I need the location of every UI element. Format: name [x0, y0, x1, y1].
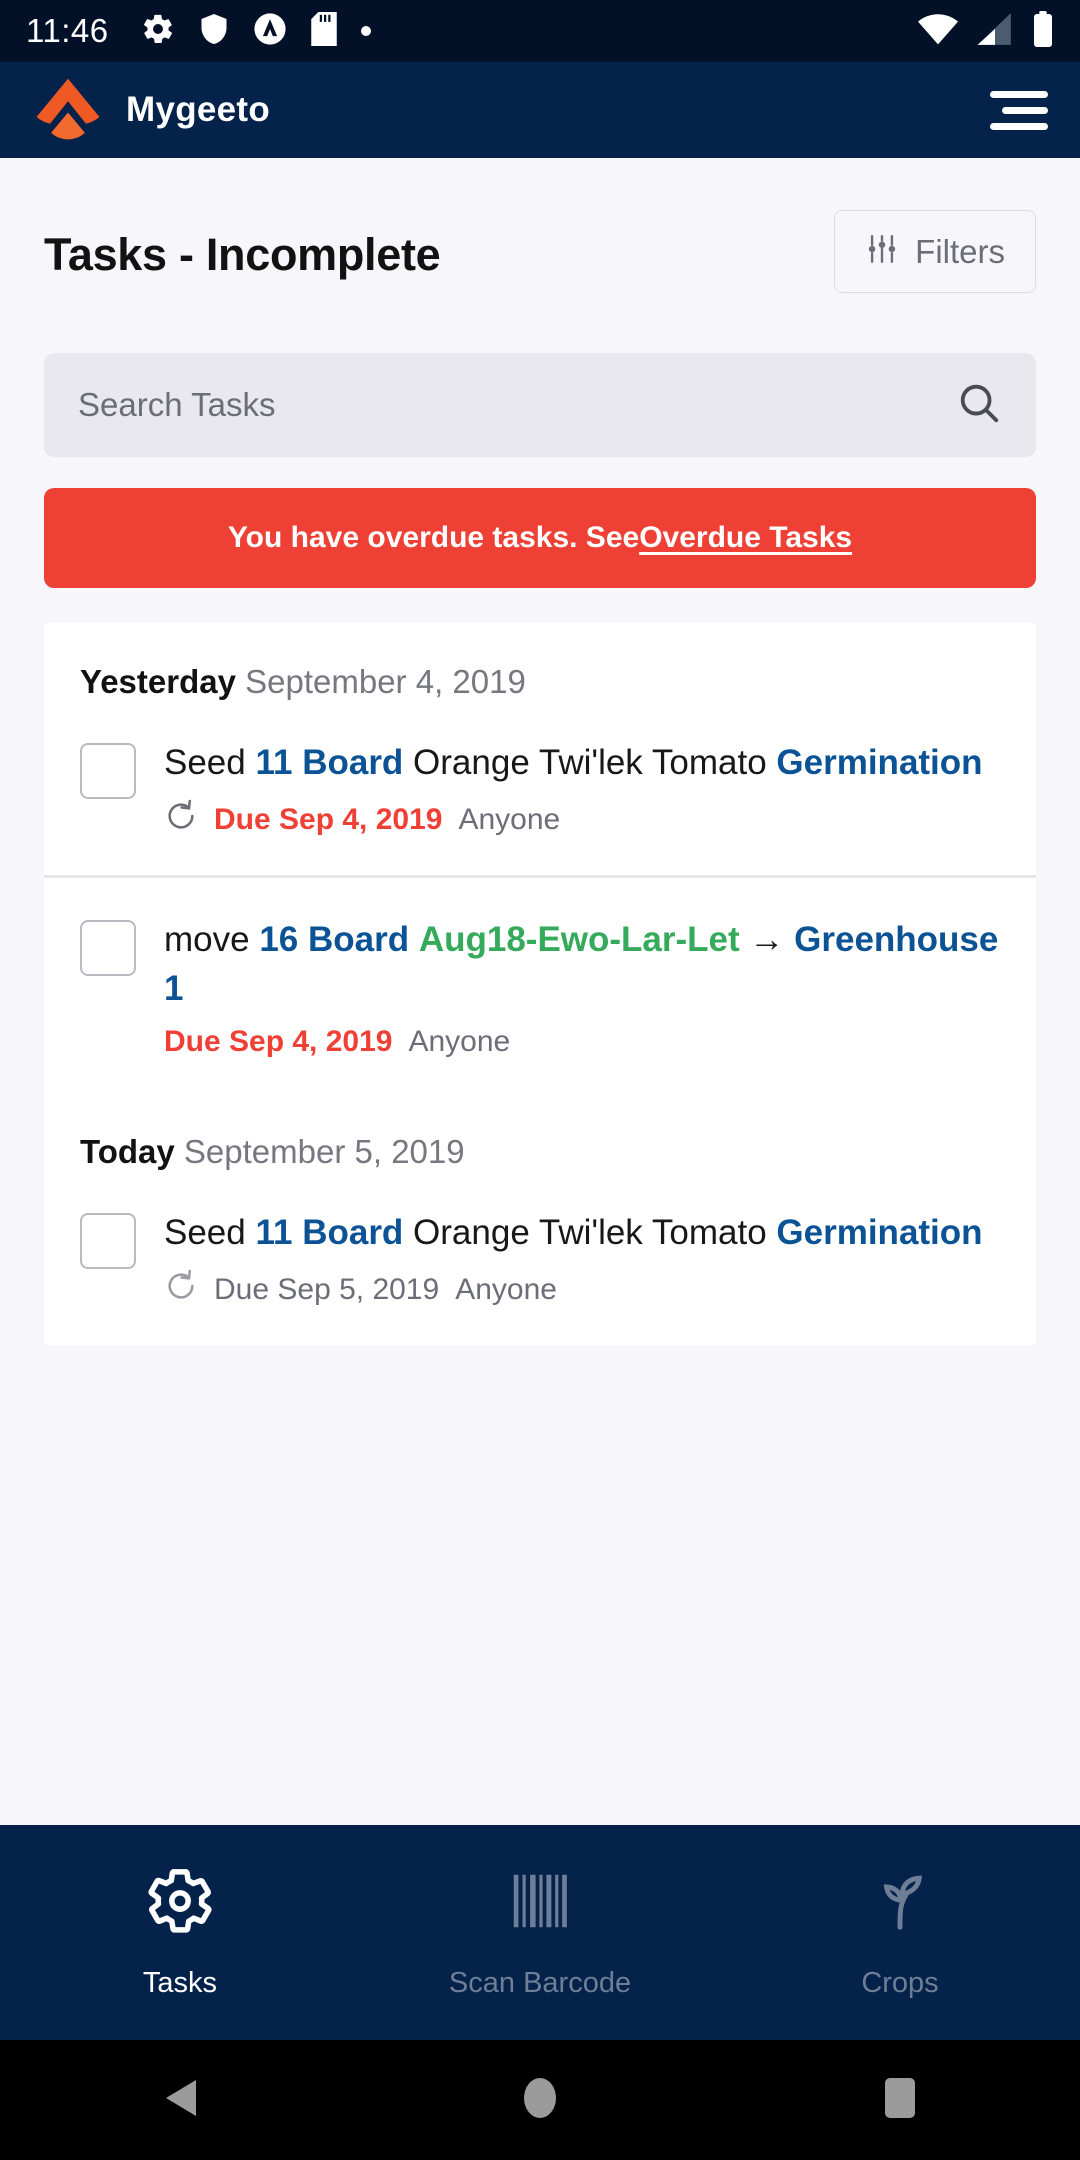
task-segment-link[interactable]: Germination: [776, 743, 982, 782]
search-placeholder: Search Tasks: [78, 386, 276, 423]
nav-item-label: Crops: [861, 1966, 939, 1999]
shield-icon: [199, 12, 229, 51]
overdue-banner-text: You have overdue tasks. See: [227, 521, 640, 554]
task-body: Seed 11 Board Orange Twi'lek Tomato Germ…: [164, 739, 1000, 841]
task-title: Seed 11 Board Orange Twi'lek Tomato Germ…: [164, 1209, 1000, 1257]
filters-button-label: Filters: [915, 232, 1005, 270]
task-segment-link[interactable]: 16 Board: [259, 920, 409, 959]
task-assignee: Anyone: [408, 1024, 511, 1058]
task-checkbox[interactable]: [80, 920, 136, 977]
task-title: move 16 Board Aug18-Ewo-Lar-Let → Greenh…: [164, 916, 1000, 1013]
task-segment-link[interactable]: 11 Board: [255, 1213, 403, 1252]
task-segment-link[interactable]: Germination: [776, 1213, 982, 1252]
task-segment-link[interactable]: 11 Board: [255, 743, 403, 782]
triangle-left-icon: [160, 2076, 200, 2125]
status-bar-system-icons: [918, 10, 1054, 52]
search-section: Search Tasks: [0, 293, 1080, 457]
cellular-signal-icon: [976, 12, 1014, 50]
square-icon: [883, 2076, 917, 2125]
hamburger-line-top: [990, 90, 1048, 98]
page-header: Tasks - Incomplete Filters: [0, 158, 1080, 293]
task-segment-text: Seed: [164, 1212, 256, 1252]
sd-card-icon: [310, 11, 337, 51]
sliders-icon: [865, 232, 899, 271]
status-bar-notification-icons: [141, 11, 371, 51]
android-navigation-bar: [0, 2040, 1080, 2160]
task-list-card: Yesterday September 4, 2019 Seed 11 Boar…: [44, 623, 1036, 1346]
table-row[interactable]: Seed 11 Board Orange Twi'lek Tomato Germ…: [44, 701, 1036, 875]
brand[interactable]: Mygeeto: [32, 72, 270, 149]
filters-button[interactable]: Filters: [834, 210, 1036, 293]
task-assignee: Anyone: [455, 1273, 557, 1307]
gear-icon: [145, 1866, 215, 1941]
mygeeto-logo-icon: [32, 72, 104, 149]
task-due-date: Due Sep 4, 2019: [214, 803, 443, 837]
day-group-date-label: September 5, 2019: [183, 1132, 465, 1170]
phone-screen: 11:46 Mygeeto Tasks - Incomplete Filters…: [0, 0, 1080, 2160]
dot-icon: [360, 26, 371, 36]
battery-icon: [1032, 10, 1054, 52]
barcode-icon: [505, 1866, 575, 1941]
task-meta: Due Sep 4, 2019 Anyone: [164, 1025, 1000, 1059]
bottom-navigation: Tasks Scan Barcode Crops: [0, 1825, 1080, 2040]
sprout-icon: [865, 1866, 935, 1941]
task-due-date: Due Sep 5, 2019: [214, 1273, 440, 1307]
app-header: Mygeeto: [0, 62, 1080, 158]
wifi-icon: [918, 13, 958, 50]
circle-a-icon: [253, 12, 287, 51]
nav-item-label: Tasks: [142, 1966, 218, 1999]
table-row[interactable]: Seed 11 Board Orange Twi'lek Tomato Germ…: [44, 1171, 1036, 1345]
task-body: Seed 11 Board Orange Twi'lek Tomato Germ…: [164, 1209, 1000, 1311]
task-checkbox[interactable]: [80, 743, 136, 799]
nav-item-scan-barcode[interactable]: Scan Barcode: [360, 1866, 720, 2000]
task-assignee: Anyone: [458, 803, 561, 837]
day-group-relative-label: Yesterday: [80, 663, 236, 700]
task-segment-text: Orange Twi'lek Tomato: [403, 1212, 777, 1252]
hamburger-menu-icon[interactable]: [988, 90, 1048, 130]
task-due-date: Due Sep 4, 2019: [164, 1024, 393, 1058]
circle-icon: [522, 2075, 558, 2126]
task-segment-text: move: [164, 920, 260, 960]
day-group-header: Yesterday September 4, 2019: [44, 623, 1036, 701]
repeat-icon: [164, 1269, 198, 1311]
repeat-icon: [164, 799, 198, 841]
status-bar: 11:46: [0, 0, 1080, 62]
task-meta: Due Sep 4, 2019 Anyone: [164, 799, 1000, 841]
overdue-tasks-link[interactable]: Overdue Tasks: [639, 521, 852, 555]
nav-item-crops[interactable]: Crops: [720, 1866, 1080, 2000]
task-segment-text: Seed: [164, 743, 256, 782]
status-bar-clock: 11:46: [26, 12, 109, 49]
task-list-section: Yesterday September 4, 2019 Seed 11 Boar…: [0, 588, 1080, 1346]
task-checkbox[interactable]: [80, 1212, 136, 1269]
home-button[interactable]: [360, 2075, 720, 2126]
table-row[interactable]: move 16 Board Aug18-Ewo-Lar-Let → Greenh…: [44, 878, 1036, 1093]
app-title: Mygeeto: [126, 90, 271, 129]
task-title: Seed 11 Board Orange Twi'lek Tomato Germ…: [164, 739, 1000, 787]
overdue-banner-section: You have overdue tasks. See Overdue Task…: [0, 457, 1080, 588]
task-meta: Due Sep 5, 2019 Anyone: [164, 1269, 1000, 1311]
arrow-right-icon: →: [739, 920, 795, 960]
hamburger-line-bottom: [990, 122, 1048, 130]
page-title: Tasks - Incomplete: [44, 229, 441, 280]
search-input[interactable]: Search Tasks: [44, 353, 1036, 457]
gear-icon: [141, 12, 175, 51]
day-group-relative-label: Today: [80, 1132, 175, 1170]
task-body: move 16 Board Aug18-Ewo-Lar-Let → Greenh…: [164, 916, 1000, 1059]
task-segment-crop-link[interactable]: Aug18-Ewo-Lar-Let: [419, 920, 740, 959]
task-segment-text: [409, 920, 419, 959]
recents-button[interactable]: [720, 2076, 1080, 2125]
main-content: Tasks - Incomplete Filters Search Tasks …: [0, 158, 1080, 1825]
nav-item-label: Scan Barcode: [448, 1966, 632, 1999]
day-group-date-label: September 4, 2019: [245, 663, 526, 700]
search-icon[interactable]: [956, 380, 1002, 431]
task-segment-text: Orange Twi'lek Tomato: [403, 743, 777, 782]
nav-item-tasks[interactable]: Tasks: [0, 1866, 360, 2000]
hamburger-line-middle: [1002, 106, 1048, 114]
day-group-header: Today September 5, 2019: [44, 1093, 1036, 1171]
overdue-banner[interactable]: You have overdue tasks. See Overdue Task…: [44, 488, 1036, 588]
back-button[interactable]: [0, 2076, 360, 2125]
